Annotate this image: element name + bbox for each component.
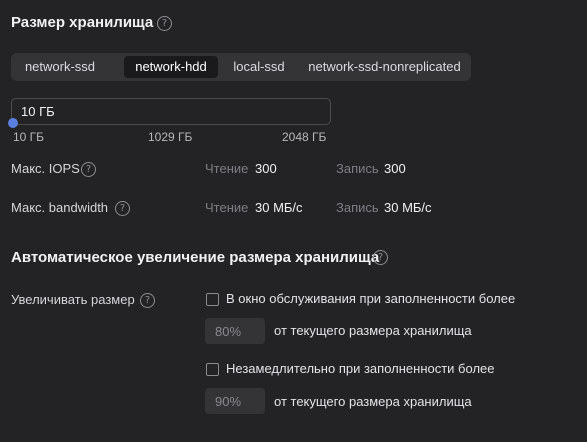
disk-type-segmented-control: network-ssd network-hdd local-ssd networ… — [11, 53, 471, 81]
max-iops-help-icon[interactable]: ? — [81, 162, 96, 177]
autoscale-help-icon[interactable]: ? — [373, 250, 388, 265]
bandwidth-read-value: 30 МБ/с — [255, 200, 303, 215]
max-bandwidth-label: Макс. bandwidth — [11, 200, 109, 215]
tab-network-ssd[interactable]: network-ssd — [14, 56, 106, 78]
maintenance-window-label: В окно обслуживания при заполненности бо… — [226, 291, 516, 306]
max-bandwidth-help-icon[interactable]: ? — [115, 201, 130, 216]
storage-size-value: 10 ГБ — [21, 104, 55, 119]
immediate-threshold-suffix: от текущего размера хранилища — [274, 394, 472, 409]
bandwidth-write-label: Запись — [336, 200, 379, 215]
tab-network-ssd-nonreplicated[interactable]: network-ssd-nonreplicated — [300, 56, 469, 78]
maintenance-threshold-input[interactable]: 80% — [205, 318, 265, 344]
slider-max-label: 2048 ГБ — [282, 130, 327, 144]
iops-write-value: 300 — [384, 161, 406, 176]
storage-size-title: Размер хранилища — [11, 14, 154, 31]
storage-size-slider-handle[interactable] — [8, 118, 18, 128]
bandwidth-read-label: Чтение — [205, 200, 249, 215]
storage-size-input[interactable]: 10 ГБ — [11, 98, 331, 125]
maintenance-threshold-placeholder: 80% — [215, 324, 242, 339]
immediate-threshold-placeholder: 90% — [215, 394, 242, 409]
bandwidth-write-value: 30 МБ/с — [384, 200, 432, 215]
slider-min-label: 10 ГБ — [13, 130, 45, 144]
maintenance-threshold-suffix: от текущего размера хранилища — [274, 323, 472, 338]
immediate-label: Незамедлительно при заполненности более — [226, 361, 495, 376]
slider-mid-label: 1029 ГБ — [148, 130, 193, 144]
storage-size-help-icon[interactable]: ? — [157, 16, 172, 31]
immediate-threshold-input[interactable]: 90% — [205, 388, 265, 414]
tab-local-ssd[interactable]: local-ssd — [223, 56, 295, 78]
increase-size-label: Увеличивать размер — [11, 292, 135, 307]
increase-size-help-icon[interactable]: ? — [140, 293, 155, 308]
iops-write-label: Запись — [336, 161, 379, 176]
iops-read-label: Чтение — [205, 161, 249, 176]
max-iops-label: Макс. IOPS — [11, 161, 80, 176]
autoscale-title: Автоматическое увеличение размера хранил… — [11, 249, 380, 266]
tab-network-hdd[interactable]: network-hdd — [124, 56, 218, 78]
immediate-checkbox[interactable] — [206, 363, 219, 376]
iops-read-value: 300 — [255, 161, 277, 176]
maintenance-window-checkbox[interactable] — [206, 293, 219, 306]
